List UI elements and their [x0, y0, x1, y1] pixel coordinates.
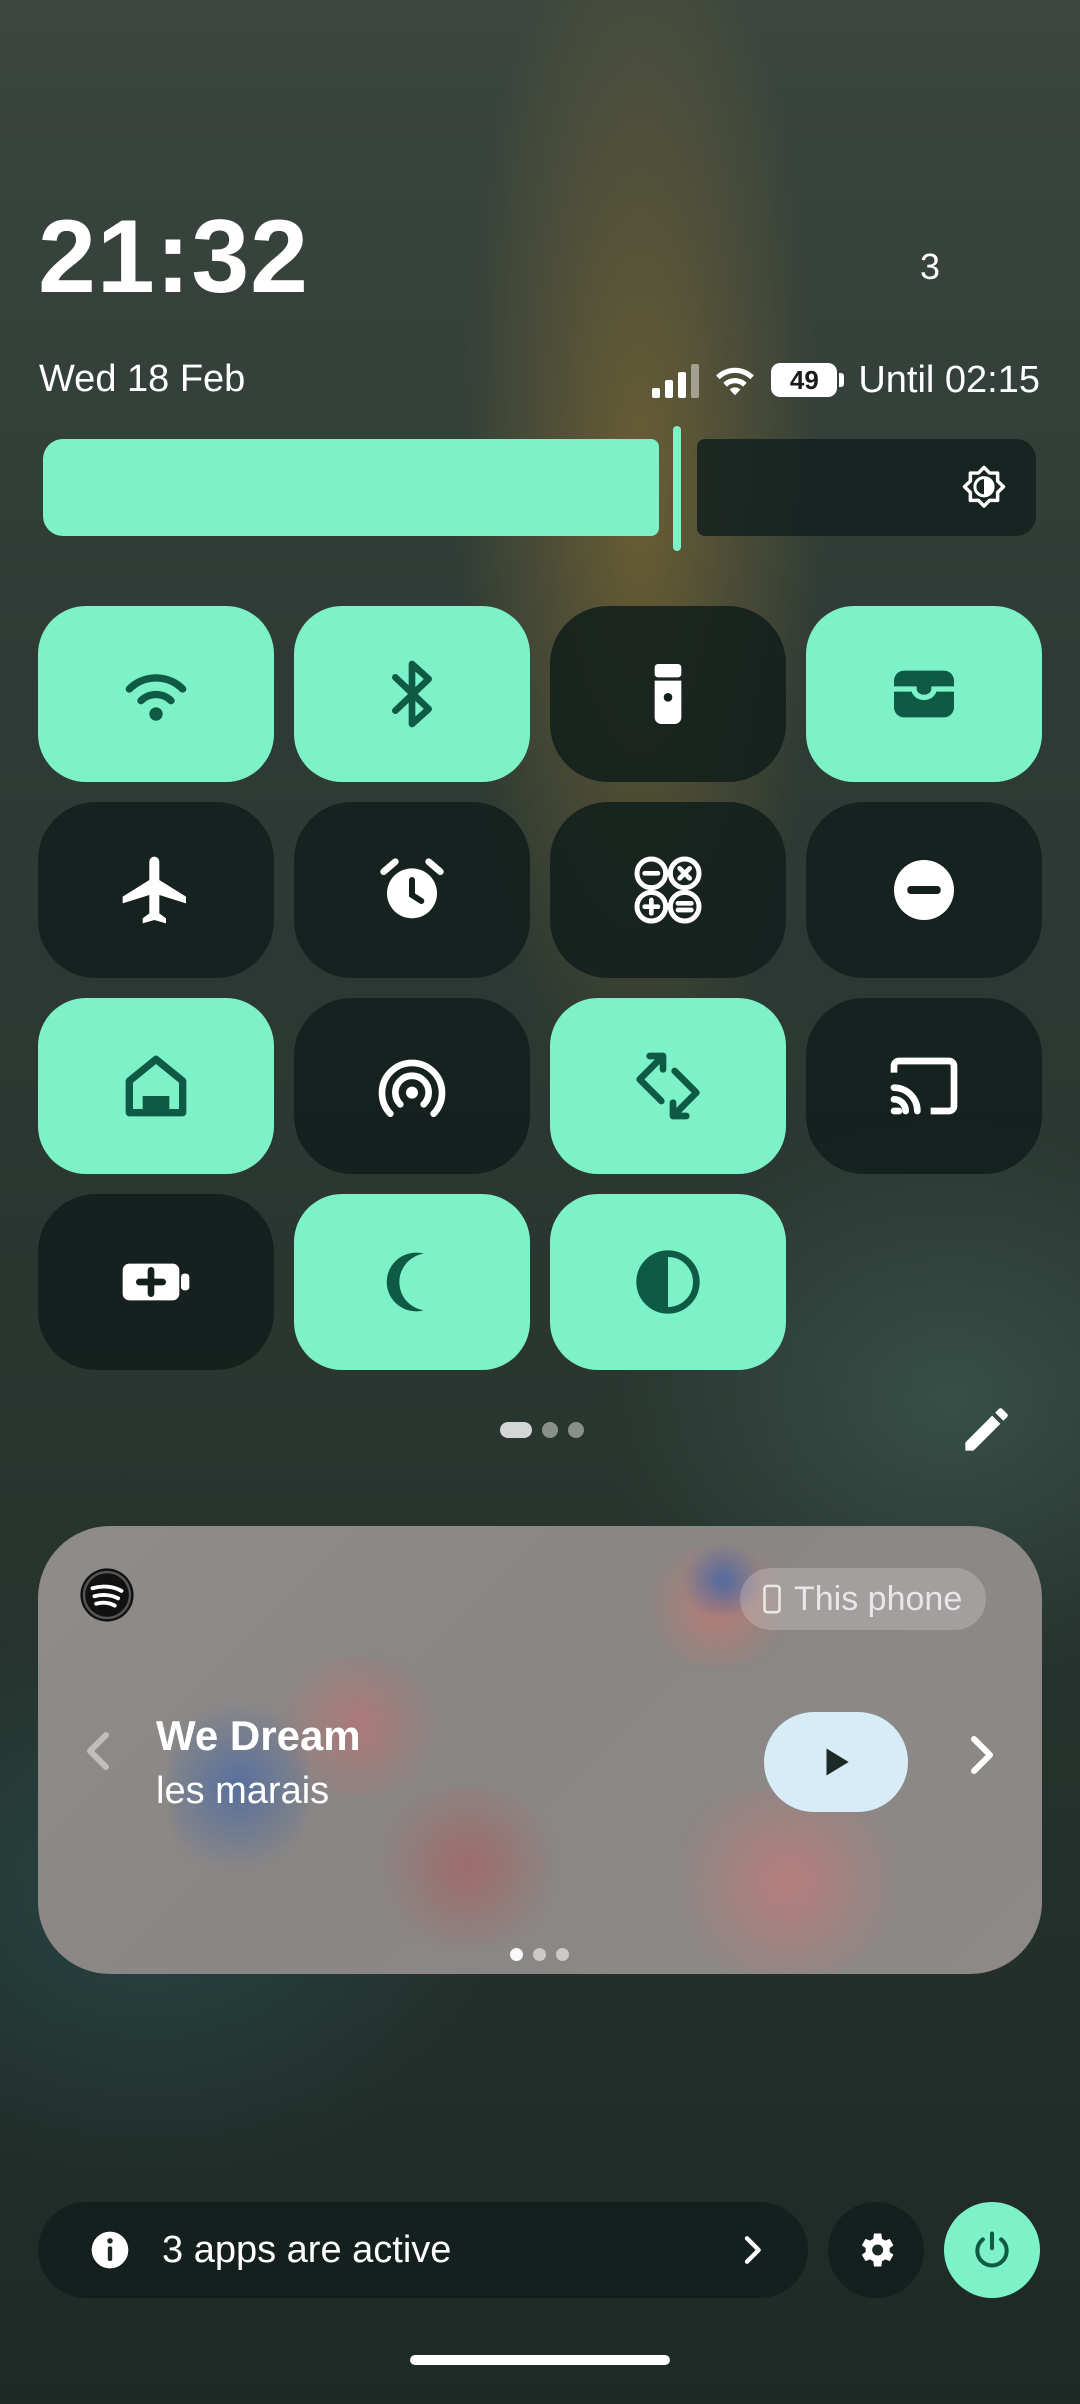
next-track-icon[interactable] [962, 1730, 1002, 1780]
alarm-tile[interactable] [294, 802, 530, 978]
chevron-right-icon [744, 2236, 761, 2264]
gear-icon [861, 2233, 894, 2267]
auto-rotate-tile[interactable] [550, 998, 786, 1174]
screen-cast-tile[interactable] [806, 998, 1042, 1174]
active-apps-text: 3 apps are active [162, 2228, 452, 2271]
wifi-icon [125, 674, 187, 721]
calculator-icon [634, 856, 702, 924]
calculator-tile[interactable] [550, 802, 786, 978]
play-icon [826, 1748, 849, 1776]
home-icon [125, 1055, 187, 1117]
hotspot-tile[interactable] [294, 998, 530, 1174]
auto-rotate-icon [636, 1052, 700, 1120]
output-device-label: This phone [794, 1579, 963, 1618]
cast-icon [890, 1057, 958, 1115]
brightness-icon [962, 465, 1006, 508]
song-artist: les marais [156, 1770, 330, 1812]
brightness-slider-handle[interactable] [673, 426, 681, 551]
dark-theme-tile[interactable] [294, 1194, 530, 1370]
notification-count: 3 [920, 246, 941, 287]
brightness-slider-fill[interactable] [43, 439, 659, 536]
spotify-icon[interactable] [78, 1566, 136, 1624]
home-tile[interactable] [38, 998, 274, 1174]
clock[interactable]: 21:32 [38, 205, 309, 309]
hotspot-icon [378, 1059, 446, 1117]
battery-until: Until 02:15 [858, 358, 1040, 401]
media-page-dot [556, 1948, 569, 1961]
output-device-chip[interactable]: This phone [740, 1568, 987, 1630]
settings-button[interactable] [828, 2202, 924, 2298]
bluetooth-icon [392, 660, 432, 728]
flashlight-tile[interactable] [550, 606, 786, 782]
wallet-icon [894, 670, 954, 718]
bluetooth-tile[interactable] [294, 606, 530, 782]
wifi-status-icon [716, 367, 755, 396]
alarm-icon [380, 858, 444, 919]
wifi-tile[interactable] [38, 606, 274, 782]
battery-saver-icon [122, 1263, 190, 1301]
battery-icon: 49 [771, 363, 845, 397]
power-icon [975, 2231, 1009, 2268]
media-player-card[interactable]: This phone We Dream les marais [38, 1526, 1042, 1974]
phone-icon [763, 1584, 781, 1614]
wallet-tile[interactable] [806, 606, 1042, 782]
status-icons: 49 Until 02:15 [652, 356, 1040, 404]
color-inversion-tile[interactable] [550, 1194, 786, 1370]
contrast-icon [636, 1250, 700, 1314]
power-button[interactable] [944, 2202, 1040, 2298]
moon-icon [386, 1252, 424, 1312]
do-not-disturb-tile[interactable] [806, 802, 1042, 978]
qs-page-indicator [500, 1422, 584, 1438]
do-not-disturb-icon [894, 860, 954, 920]
cell-signal-icon [652, 362, 700, 398]
airplane-mode-tile[interactable] [38, 802, 274, 978]
battery-saver-tile[interactable] [38, 1194, 274, 1370]
battery-percent: 49 [771, 363, 838, 397]
flashlight-icon [654, 664, 682, 724]
media-page-dot [533, 1948, 546, 1961]
date[interactable]: Wed 18 Feb [39, 358, 245, 401]
media-page-indicator [510, 1948, 569, 1961]
edit-icon[interactable] [956, 1404, 1012, 1460]
qs-page-dot [568, 1422, 584, 1438]
qs-page-dot [500, 1422, 532, 1438]
media-page-dot [510, 1948, 523, 1961]
active-apps-button[interactable]: 3 apps are active [38, 2202, 808, 2298]
qs-page-dot [542, 1422, 558, 1438]
airplane-icon [122, 856, 186, 924]
home-indicator[interactable] [410, 2355, 670, 2365]
previous-track-icon[interactable] [78, 1726, 118, 1776]
song-title: We Dream [156, 1712, 361, 1759]
info-icon [91, 2231, 129, 2269]
play-button[interactable] [764, 1712, 908, 1812]
